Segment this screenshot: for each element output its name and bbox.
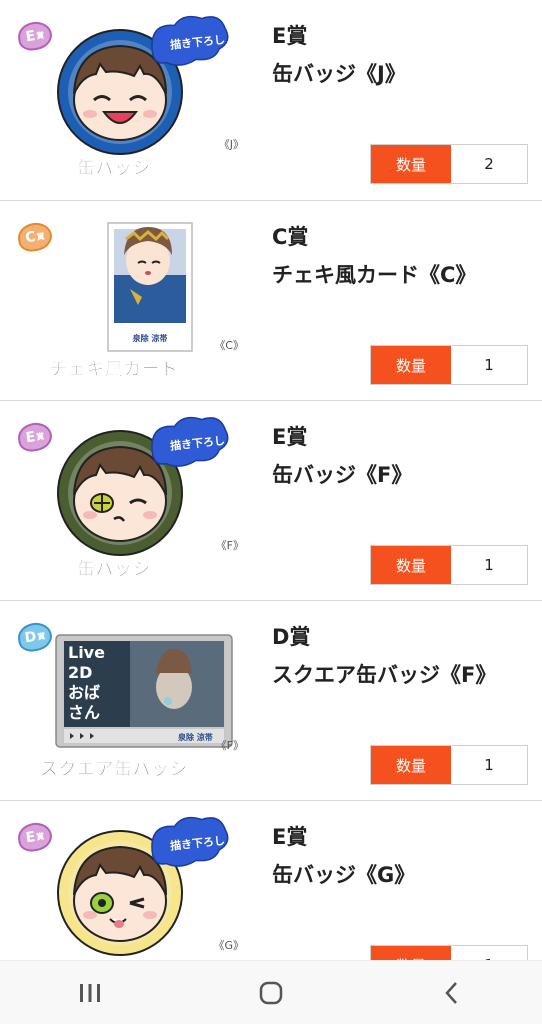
home-button[interactable] [241, 968, 301, 1018]
prize-rank: C賞 [272, 225, 309, 249]
prize-image[interactable]: 描き下ろし E 賞《J》 缶バッジ [14, 14, 244, 184]
rank-suffix: 賞 [35, 431, 45, 442]
quantity-field[interactable]: 数量1 [370, 545, 528, 585]
list-item[interactable]: 泉除 涼帯 Live 2D おば さん D 賞《F》 スクエア缶バッジ D賞 スクエア缶バッジ《F… [0, 601, 542, 801]
prize-name: 缶バッジ《G》 [272, 863, 416, 887]
prize-rank: E賞 [272, 825, 308, 849]
image-caption: 缶バッジ [77, 158, 151, 180]
back-icon [444, 981, 457, 1004]
quantity-field[interactable]: 数量 2 [370, 144, 528, 184]
prize-artwork [34, 615, 234, 769]
prize-list: 描き下ろし E 賞《J》 缶バッジ E賞 缶バッジ《J》 数量 2 泉除 涼帯 C 賞《C》 チェキ… [0, 0, 542, 1001]
variant-code: 《C》 [214, 339, 244, 352]
prize-rank: D賞 [272, 625, 311, 649]
image-caption: チェキ風カード [49, 359, 179, 381]
list-item[interactable]: 描き下ろし E 賞《F》 缶バッジ E賞 缶バッジ《F》 数量 1 [0, 401, 542, 601]
recents-button[interactable] [60, 968, 120, 1018]
quantity-label: 数量 [371, 546, 451, 584]
variant-code: 《F》 [215, 739, 244, 752]
quantity-label: 数量 [371, 746, 451, 784]
quantity-label: 数量 [371, 346, 451, 384]
screen-text: おば [68, 683, 101, 702]
screen-text: Live [68, 643, 105, 662]
image-caption: スクエア缶バッジ [40, 759, 188, 781]
home-icon [259, 981, 283, 1004]
list-item[interactable]: 泉除 涼帯 C 賞《C》 チェキ風カード C賞 チェキ風カード《C》 数量 1 [0, 201, 542, 401]
variant-code: 《F》 [215, 539, 244, 552]
variant-code: 《G》 [213, 939, 244, 952]
rank-letter: C [24, 228, 37, 247]
quantity-value[interactable]: 1 [451, 746, 527, 784]
prize-rank: E賞 [272, 425, 308, 449]
recents-icon [80, 983, 101, 1002]
screen-text: さん [68, 703, 101, 722]
rank-suffix: 賞 [35, 831, 45, 842]
prize-name: 缶バッジ《J》 [272, 62, 406, 86]
rank-letter: D [23, 628, 38, 647]
prize-rank: E賞 [272, 24, 308, 48]
rank-suffix: 賞 [35, 30, 45, 41]
quantity-value[interactable]: 1 [451, 546, 527, 584]
rank-suffix: 賞 [35, 231, 46, 242]
rank-suffix: 賞 [36, 631, 46, 642]
card-text: 泉除 涼帯 [132, 334, 168, 343]
prize-name: スクエア缶バッジ《F》 [272, 663, 497, 687]
list-item[interactable]: 描き下ろし E 賞《J》 缶バッジ E賞 缶バッジ《J》 数量 2 [0, 0, 542, 201]
system-nav-bar [0, 960, 542, 1024]
quantity-value[interactable]: 1 [451, 346, 527, 384]
quantity-value[interactable]: 2 [451, 145, 527, 183]
image-caption: 缶バッジ [77, 559, 151, 581]
prize-image[interactable]: 描き下ろし E 賞《F》 缶バッジ [14, 415, 244, 585]
prize-image[interactable]: 泉除 涼帯 Live 2D おば さん D 賞《F》スクエア缶バッジ [14, 615, 244, 785]
prize-image[interactable]: 泉除 涼帯 C 賞《C》チェキ風カード [14, 215, 244, 385]
card-text: 泉除 涼帯 [178, 733, 213, 742]
quantity-label: 数量 [371, 145, 451, 183]
back-button[interactable] [422, 968, 482, 1018]
screen-text: 2D [68, 663, 93, 682]
prize-name: チェキ風カード《C》 [272, 263, 477, 287]
variant-code: 《J》 [218, 138, 244, 151]
prize-artwork [34, 215, 234, 369]
quantity-field[interactable]: 数量1 [370, 745, 528, 785]
quantity-field[interactable]: 数量1 [370, 345, 528, 385]
prize-name: 缶バッジ《F》 [272, 463, 413, 487]
